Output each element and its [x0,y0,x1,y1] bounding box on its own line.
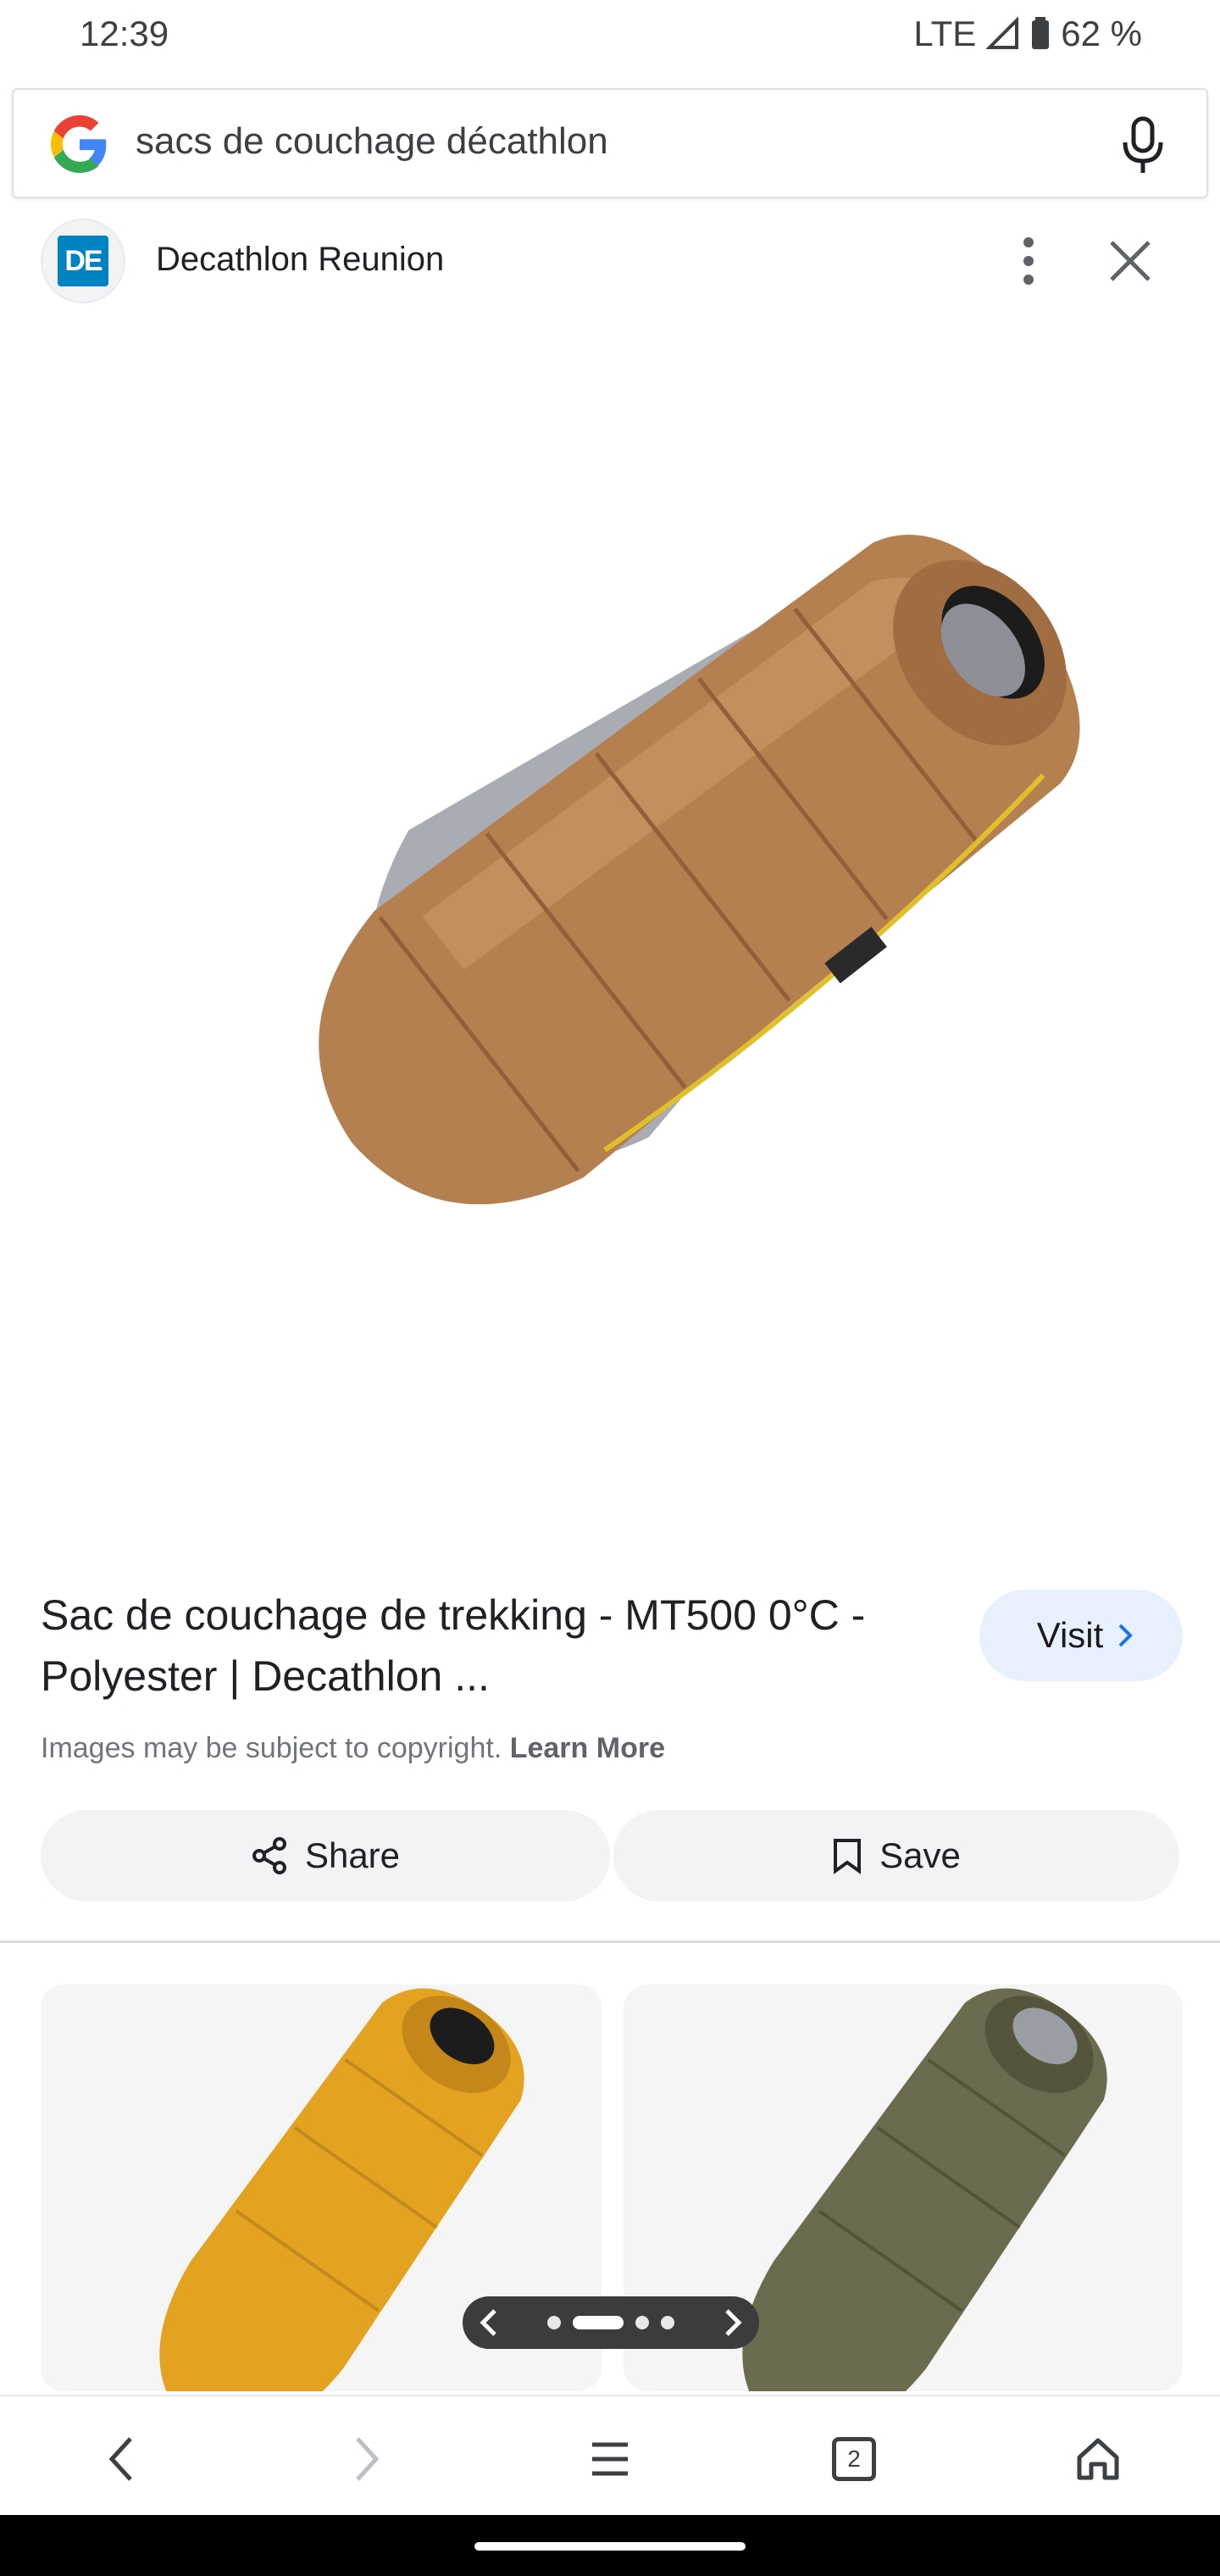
microphone-icon[interactable] [1113,114,1173,176]
decathlon-logo: DE [58,236,108,286]
pager-dots [547,2316,674,2329]
section-divider [0,1940,1220,1943]
source-avatar[interactable]: DE [41,219,125,303]
search-input[interactable]: sacs de couchage décathlon [136,120,608,163]
tabs-icon: 2 [832,2437,876,2481]
forward-button[interactable] [332,2425,400,2493]
pager-dot-active[interactable] [573,2316,624,2329]
learn-more-link[interactable]: Learn More [510,1732,665,1764]
status-indicators: LTE 62 % [913,14,1142,54]
share-icon [252,1837,286,1874]
save-label: Save [879,1835,961,1875]
share-label: Share [304,1835,401,1875]
status-time: 12:39 [80,14,169,53]
home-button[interactable] [1064,2425,1132,2493]
search-bar[interactable]: sacs de couchage décathlon [12,88,1208,198]
chevron-right-icon[interactable] [720,2307,744,2338]
save-button[interactable]: Save [613,1810,1179,1901]
pager-dot[interactable] [547,2316,561,2329]
pager-dot[interactable] [635,2316,649,2329]
chevron-left-icon[interactable] [478,2307,502,2338]
gesture-area [0,2515,1220,2576]
gesture-handle[interactable] [474,2542,746,2551]
home-icon [1077,2438,1119,2480]
chevron-right-icon [356,2437,380,2481]
tabs-count: 2 [847,2446,861,2472]
network-type: LTE [913,14,977,53]
chevron-right-icon [1118,1624,1134,1647]
battery-level: 62 % [1061,14,1142,53]
share-button[interactable]: Share [41,1810,610,1901]
carousel-pager [463,2296,759,2349]
copyright-notice: Images may be subject to copyright. Lear… [41,1732,665,1765]
tabs-button[interactable]: 2 [820,2425,888,2493]
back-button[interactable] [88,2425,156,2493]
menu-icon [592,2442,628,2476]
menu-button[interactable] [576,2425,644,2493]
status-bar: 12:39 LTE 62 % [0,0,1220,71]
bottom-navigation: 2 [0,2395,1220,2517]
result-title[interactable]: Sac de couchage de trekking - MT500 0°C … [41,1585,956,1707]
bookmark-icon [834,1839,862,1874]
battery-icon [1032,17,1050,49]
visit-button[interactable]: Visit [979,1590,1183,1681]
more-vert-icon[interactable] [1012,234,1045,288]
pager-dot[interactable] [661,2316,674,2329]
visit-label: Visit [1036,1615,1104,1655]
google-g-icon [51,115,107,173]
close-icon[interactable] [1106,237,1154,285]
product-image[interactable] [0,330,1220,1542]
signal-icon [986,17,1019,49]
chevron-left-icon [108,2437,132,2481]
source-name[interactable]: Decathlon Reunion [156,241,444,279]
copyright-text: Images may be subject to copyright. [41,1732,502,1764]
